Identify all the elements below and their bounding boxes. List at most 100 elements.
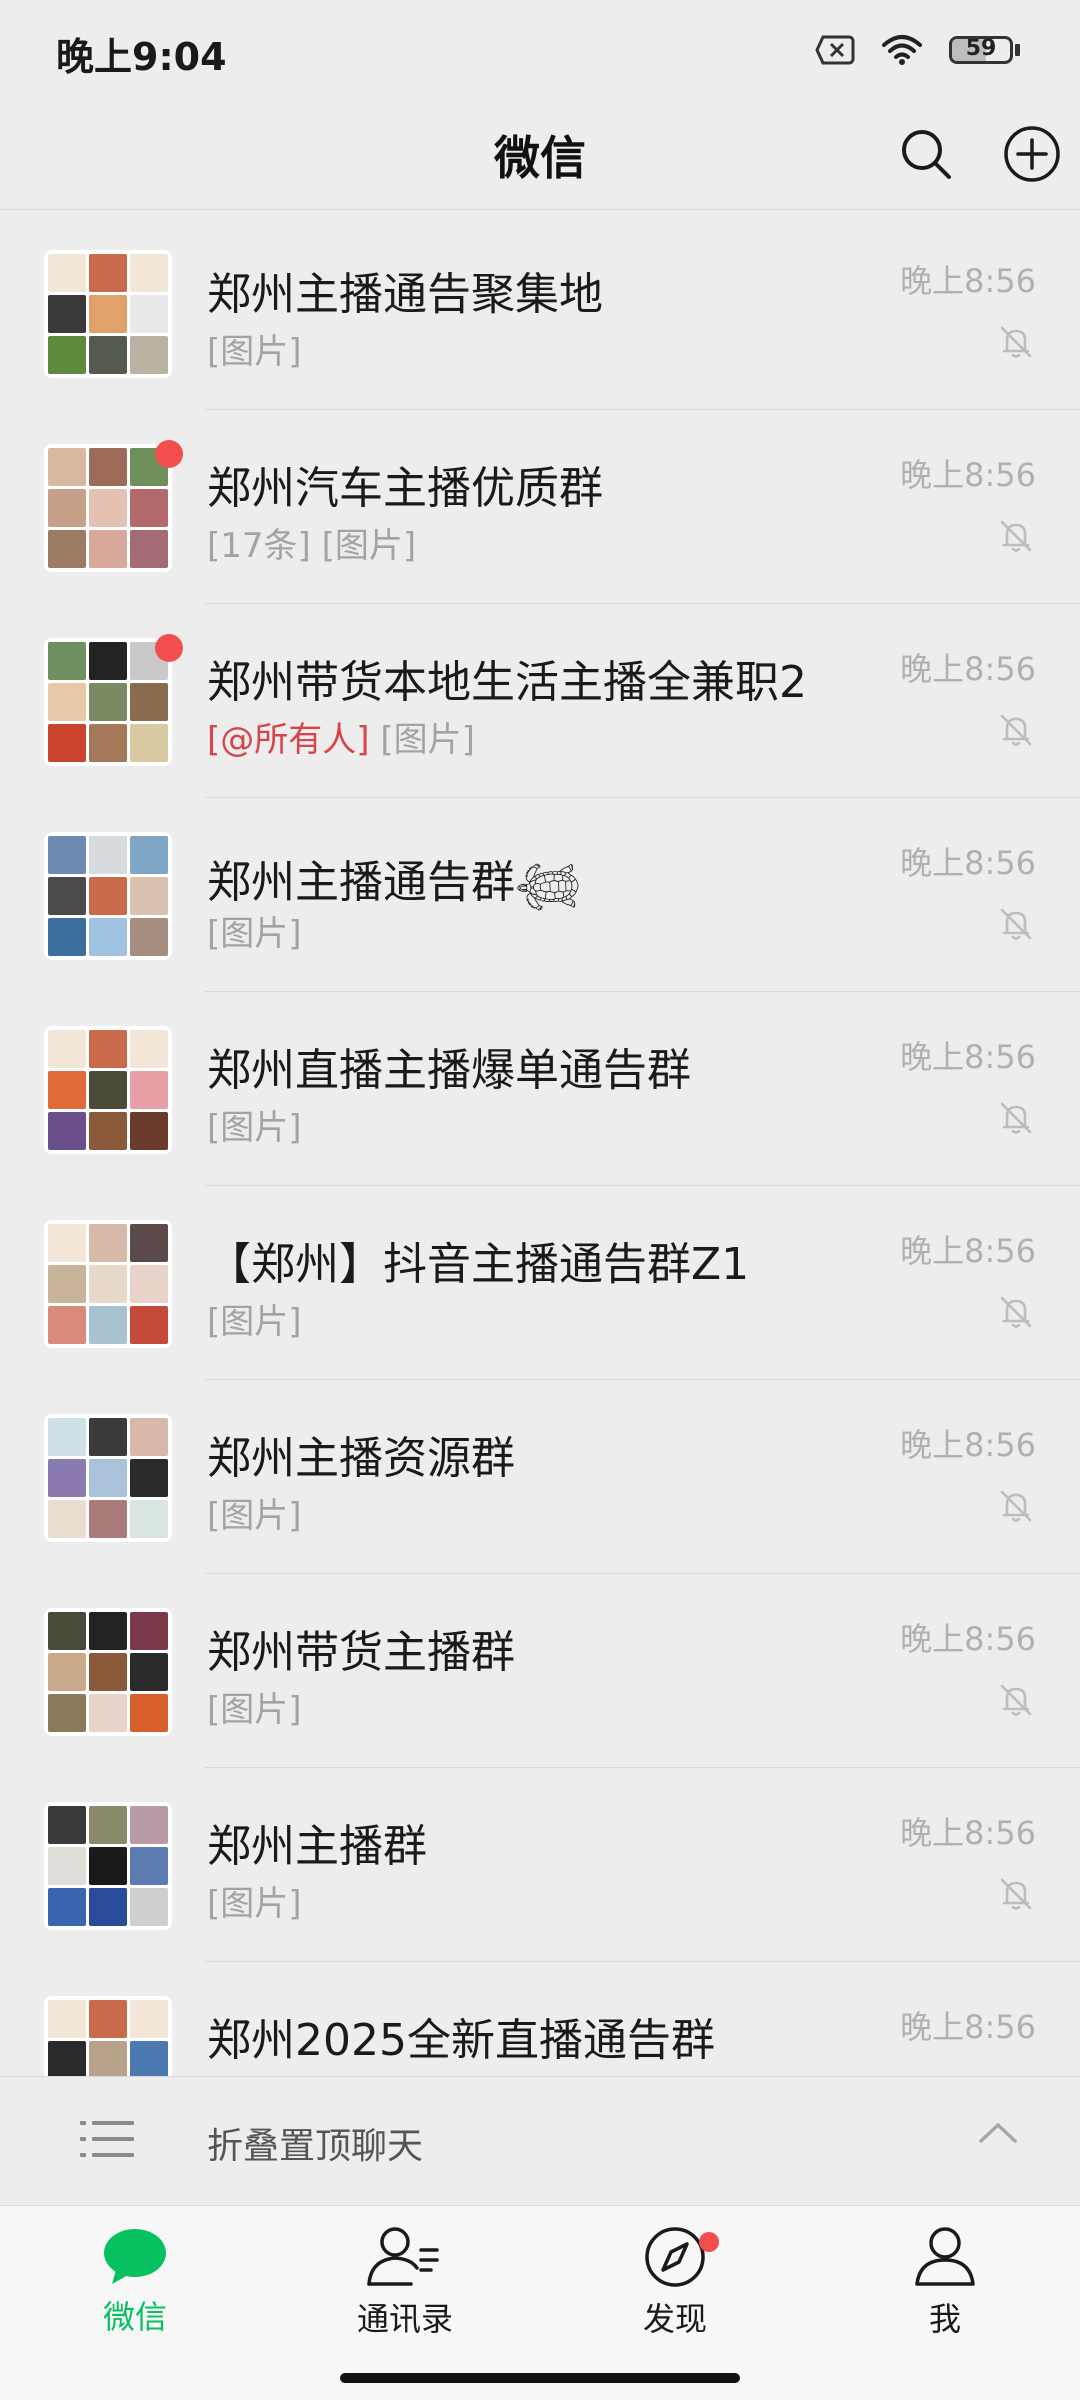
avatar-tile — [89, 295, 127, 333]
avatar-tile — [48, 1847, 86, 1885]
group-avatar — [44, 444, 172, 572]
avatar-tile — [89, 448, 127, 486]
mute-bell-icon — [998, 712, 1034, 752]
avatar-tile — [89, 2041, 127, 2076]
plus-circle-icon — [1004, 126, 1060, 182]
avatar-tile — [48, 1694, 86, 1732]
wifi-icon — [882, 35, 922, 65]
avatar-tile — [48, 918, 86, 956]
avatar-tile — [130, 2041, 168, 2076]
search-button[interactable] — [886, 114, 966, 194]
tab-label-me: 我 — [928, 2300, 961, 2338]
tab-label-chats: 微信 — [102, 2298, 167, 2336]
chat-name: 郑州2025全新直播通告群 — [207, 2015, 715, 2066]
avatar-tile — [89, 836, 127, 874]
chat-time: 晚上8:56 — [900, 1426, 1036, 1464]
chat-time: 晚上8:56 — [900, 1038, 1036, 1076]
avatar-tile — [48, 448, 86, 486]
tab-chats[interactable]: 微信 — [55, 2226, 215, 2356]
home-indicator[interactable] — [340, 2373, 740, 2383]
chat-item[interactable]: 郑州主播资源群 [图片] 晚上8:56 — [0, 1380, 1080, 1574]
chat-item[interactable]: 【郑州】抖音主播通告群Z1 [图片] 晚上8:56 — [0, 1186, 1080, 1380]
preview-text: [图片] — [207, 332, 302, 372]
avatar-tile — [89, 336, 127, 374]
preview-text: [图片] — [207, 914, 302, 954]
chat-item[interactable]: 郑州带货本地生活主播全兼职2 [@所有人] [图片] 晚上8:56 — [0, 604, 1080, 798]
avatar-tile — [89, 642, 127, 680]
avatar-tile — [130, 1265, 168, 1303]
chat-bubble-icon — [104, 2229, 166, 2284]
mute-bell-icon — [998, 1488, 1034, 1528]
avatar-tile — [130, 1112, 168, 1150]
avatar-tile — [89, 724, 127, 762]
person-icon — [915, 2227, 975, 2286]
fold-pinned-bar[interactable]: 折叠置顶聊天 — [0, 2076, 1080, 2206]
unread-dot — [155, 440, 183, 468]
chat-item[interactable]: 郑州直播主播爆单通告群 [图片] 晚上8:56 — [0, 992, 1080, 1186]
preview-text: [图片] — [207, 1108, 302, 1148]
group-avatar — [44, 1026, 172, 1154]
chat-item[interactable]: 郑州主播通告群𓆉 [图片] 晚上8:56 — [0, 798, 1080, 992]
tab-contacts[interactable]: 通讯录 — [325, 2226, 485, 2356]
group-avatar — [44, 250, 172, 378]
chat-list[interactable]: 郑州主播通告聚集地 [图片] 晚上8:56 郑州汽车主播优质群 [17条] [图片] 晚上… — [0, 216, 1080, 2076]
list-icon — [80, 2121, 134, 2157]
avatar-tile — [130, 1847, 168, 1885]
avatar-tile — [48, 877, 86, 915]
search-icon — [902, 130, 951, 179]
chat-item[interactable]: 郑州2025全新直播通告群 晚上8:56 — [0, 1962, 1080, 2076]
group-avatar — [44, 1414, 172, 1542]
avatar-tile — [89, 254, 127, 292]
preview-text: [17条] [图片] — [207, 526, 417, 566]
chat-name: 郑州带货主播群 — [207, 1627, 515, 1678]
avatar-tile — [48, 1265, 86, 1303]
avatar-tile — [130, 1224, 168, 1262]
avatar-tile — [130, 724, 168, 762]
avatar-tile — [130, 295, 168, 333]
add-button[interactable] — [992, 114, 1072, 194]
chat-time: 晚上8:56 — [900, 456, 1036, 494]
avatar-tile — [89, 1265, 127, 1303]
chat-name: 郑州主播群 — [207, 1821, 427, 1872]
avatar-tile — [89, 1459, 127, 1497]
chat-item[interactable]: 郑州汽车主播优质群 [17条] [图片] 晚上8:56 — [0, 410, 1080, 604]
avatar-tile — [89, 1306, 127, 1344]
avatar-tile — [130, 1653, 168, 1691]
avatar-tile — [48, 489, 86, 527]
mute-bell-icon — [998, 1682, 1034, 1722]
avatar-tile — [130, 1418, 168, 1456]
chat-time: 晚上8:56 — [900, 650, 1036, 688]
avatar-tile — [89, 1112, 127, 1150]
preview-text: [图片] — [207, 1496, 302, 1536]
avatar-tile — [48, 642, 86, 680]
avatar-tile — [89, 683, 127, 721]
chat-time: 晚上8:56 — [900, 1620, 1036, 1658]
avatar-tile — [89, 1694, 127, 1732]
avatar-tile — [48, 836, 86, 874]
avatar-tile — [130, 683, 168, 721]
avatar-tile — [89, 530, 127, 568]
chat-item[interactable]: 郑州主播群 [图片] 晚上8:56 — [0, 1768, 1080, 1962]
avatar-tile — [48, 1071, 86, 1109]
avatar-tile — [89, 1888, 127, 1926]
chevron-up-icon[interactable] — [978, 2121, 1018, 2145]
tab-me[interactable]: 我 — [865, 2226, 1025, 2356]
group-avatar — [44, 638, 172, 766]
unread-dot — [155, 634, 183, 662]
chat-time: 晚上8:56 — [900, 2008, 1036, 2046]
chat-item[interactable]: 郑州带货主播群 [图片] 晚上8:56 — [0, 1574, 1080, 1768]
tab-discover[interactable]: 发现 — [595, 2226, 755, 2356]
chat-item[interactable]: 郑州主播通告聚集地 [图片] 晚上8:56 — [0, 216, 1080, 410]
avatar-tile — [130, 1612, 168, 1650]
mention-tag: [@所有人] — [207, 720, 370, 760]
chat-time: 晚上8:56 — [900, 1814, 1036, 1852]
fold-label: 折叠置顶聊天 — [207, 2126, 424, 2167]
compass-icon — [645, 2227, 705, 2287]
contacts-icon — [367, 2227, 439, 2286]
chat-preview: [图片] — [207, 906, 302, 955]
group-avatar — [44, 832, 172, 960]
status-bar: 晚上9:04 59 — [0, 0, 1080, 100]
group-avatar — [44, 1220, 172, 1348]
chat-time: 晚上8:56 — [900, 262, 1036, 300]
avatar-tile — [130, 489, 168, 527]
